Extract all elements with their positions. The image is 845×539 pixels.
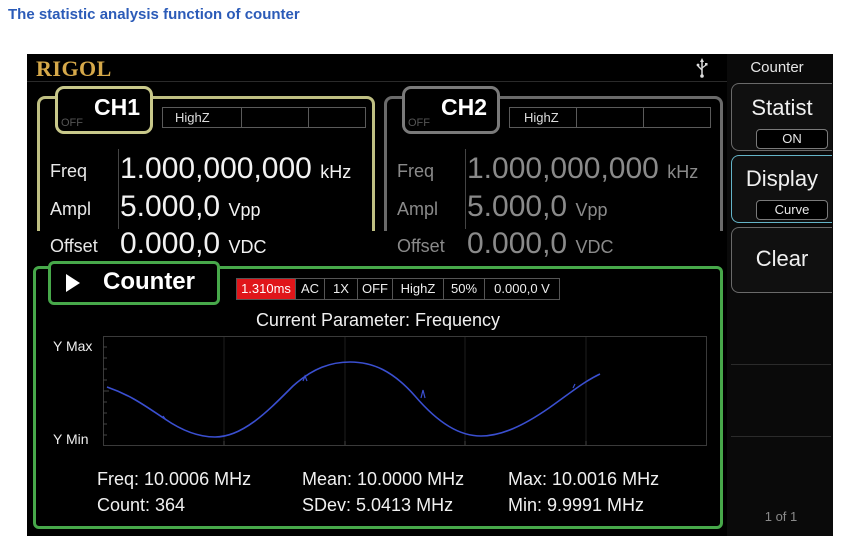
- usb-icon: [696, 58, 708, 78]
- channel-1-off-indicator: OFF: [61, 117, 83, 129]
- channel-2-impedance: HighZ: [510, 108, 577, 127]
- channel-1-ampl-label: Ampl: [50, 199, 92, 219]
- channel-2-offset-value[interactable]: 0.000,0 VDC: [467, 227, 613, 261]
- current-parameter: Current Parameter: Frequency: [255, 310, 501, 330]
- clear-button[interactable]: Clear: [731, 227, 832, 293]
- counter-settings-bar: 1.310ms AC 1X OFF HighZ 50% 0.000,0 V: [236, 278, 560, 300]
- counter-panel: Counter 1.310ms AC 1X OFF HighZ 50% 0.00…: [33, 261, 723, 529]
- duty: 50%: [444, 279, 485, 299]
- channel-2-freq-value[interactable]: 1.000,000,000 kHz: [467, 152, 698, 186]
- stat-max: Max: 10.0016 MHz: [508, 469, 660, 489]
- page-caption: The statistic analysis function of count…: [8, 6, 300, 23]
- y-max-label: Y Max: [53, 338, 93, 354]
- page-indicator: 1 of 1: [764, 509, 798, 524]
- channel-1-panel[interactable]: OFF CH1 HighZ Freq 1.000,000,000 kHz Amp…: [37, 86, 375, 260]
- channel-1-info-bar: HighZ: [162, 107, 366, 128]
- channel-2-tab[interactable]: OFF CH2: [402, 86, 500, 134]
- channel-2-ampl-label: Ampl: [397, 199, 439, 219]
- channel-2-freq-label: Freq: [397, 161, 435, 181]
- channel-1-tab[interactable]: OFF CH1: [55, 86, 153, 134]
- play-icon: [66, 274, 80, 292]
- display-button[interactable]: Display Curve: [731, 155, 832, 223]
- stat-sdev: SDev: 5.0413 MHz: [302, 495, 454, 515]
- y-min-label: Y Min: [53, 431, 89, 447]
- trend-plot: [103, 336, 707, 446]
- clear-label: Clear: [755, 246, 809, 271]
- side-menu-title: Counter: [750, 59, 804, 76]
- stat-mean: Mean: 10.0000 MHz: [302, 469, 465, 489]
- impedance: HighZ: [393, 279, 444, 299]
- gate-time: 1.310ms: [237, 279, 296, 299]
- channel-2-offset-label: Offset: [397, 236, 445, 256]
- channel-1-freq-value[interactable]: 1.000,000,000 kHz: [120, 152, 351, 186]
- channel-1-impedance: HighZ: [163, 108, 242, 127]
- statist-value: ON: [756, 129, 828, 149]
- stat-count: Count: 364: [97, 495, 186, 515]
- channel-1-name: CH1: [94, 94, 141, 120]
- coupling: AC: [296, 279, 325, 299]
- channel-1-offset-label: Offset: [50, 236, 98, 256]
- top-bar: RIGOL: [27, 54, 727, 82]
- trigger-level: 0.000,0 V: [494, 281, 550, 296]
- counter-tab[interactable]: Counter: [48, 261, 220, 305]
- stat-min: Min: 9.9991 MHz: [508, 495, 645, 515]
- channel-2-info-bar: HighZ: [509, 107, 711, 128]
- display-label: Display: [745, 166, 819, 191]
- counter-title: Counter: [103, 268, 195, 295]
- brand-logo: RIGOL: [36, 56, 112, 81]
- channel-2-name: CH2: [441, 94, 488, 120]
- statist-label: Statist: [751, 95, 813, 120]
- hf-reject: OFF: [358, 279, 393, 299]
- stat-freq: Freq: 10.0006 MHz: [97, 469, 252, 489]
- channel-1-offset-value[interactable]: 0.000,0 VDC: [120, 227, 266, 261]
- sensitivity: 1X: [325, 279, 358, 299]
- display-value: Curve: [756, 200, 828, 220]
- channel-2-off-indicator: OFF: [408, 117, 430, 129]
- statist-button[interactable]: Statist ON: [731, 83, 832, 151]
- channel-2-ampl-value[interactable]: 5.000,0 Vpp: [467, 190, 607, 224]
- channel-1-freq-label: Freq: [50, 161, 88, 181]
- channel-2-panel[interactable]: OFF CH2 HighZ Freq 1.000,000,000 kHz Amp…: [384, 86, 723, 260]
- side-menu: Counter Statist ON Display Curve Clear 1…: [727, 54, 833, 536]
- instrument-screen: RIGOL OFF CH1 HighZ Freq 1.000,000,000 k…: [27, 54, 833, 536]
- channel-1-ampl-value[interactable]: 5.000,0 Vpp: [120, 190, 260, 224]
